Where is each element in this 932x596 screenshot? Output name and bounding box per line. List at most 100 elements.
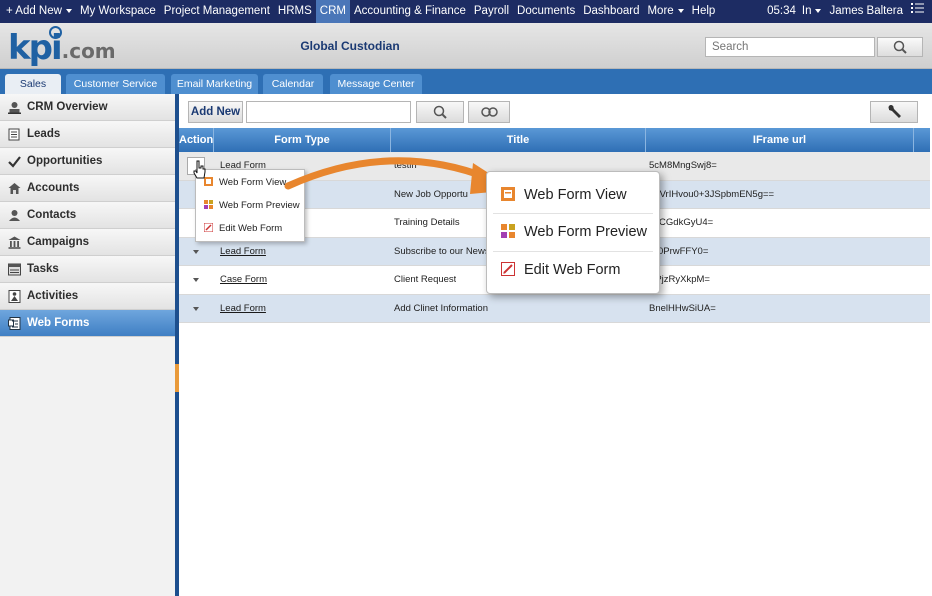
sidebar-item-label: Web Forms: [27, 317, 90, 329]
attendance-status-label: In: [801, 5, 812, 17]
row-iframe-url: 4uVrIHvou0+3JSpbmEN5g==: [649, 188, 775, 200]
row-title: Training Details: [394, 217, 460, 228]
sidebar-item-contacts[interactable]: Contacts: [0, 202, 176, 229]
search-input[interactable]: [705, 37, 875, 57]
edit-web-form-icon: [204, 223, 213, 232]
zoomed-action-menu: Web Form View Web Form Preview Edit Web …: [486, 171, 660, 294]
leads-icon: [8, 128, 20, 141]
menu-hrms[interactable]: HRMS: [274, 0, 316, 23]
row-title: Client Request: [394, 274, 457, 285]
column-header-title[interactable]: Title: [391, 128, 646, 152]
menu-item-label: Web Form Preview: [524, 224, 648, 240]
tab-customer-service[interactable]: Customer Service: [66, 74, 165, 94]
menu-item-label: Edit Web Form: [219, 223, 283, 234]
settings-button[interactable]: [870, 101, 918, 123]
menu-separator: [493, 213, 653, 214]
menu-item-edit-web-form[interactable]: Edit Web Form: [204, 220, 282, 238]
sidebar-item-opportunities[interactable]: Opportunities: [0, 148, 176, 175]
contacts-icon: [9, 210, 20, 221]
search-button[interactable]: [877, 37, 923, 57]
campaigns-icon: [8, 236, 21, 249]
menu-separator: [493, 251, 653, 252]
logo-badge-icon: [49, 26, 62, 39]
menu-crm[interactable]: CRM: [315, 0, 350, 23]
menu-item-web-form-view[interactable]: Web Form View: [501, 182, 627, 208]
sidebar-item-label: Tasks: [27, 263, 59, 275]
row-action-caret-icon[interactable]: [193, 278, 199, 282]
menu-accounting-finance[interactable]: Accounting & Finance: [350, 0, 470, 23]
top-menu-bar: + Add New My Workspace Project Managemen…: [0, 0, 932, 23]
row-form-type[interactable]: Lead Form: [220, 295, 266, 323]
wrench-icon: [888, 105, 901, 118]
opportunities-icon: [8, 156, 21, 168]
link-button[interactable]: [468, 101, 510, 123]
tab-sales[interactable]: Sales: [5, 74, 61, 94]
menu-payroll[interactable]: Payroll: [470, 0, 513, 23]
sidebar: CRM Overview Leads Opportunities Account…: [0, 94, 179, 596]
sidebar-item-activities[interactable]: Activities: [0, 283, 176, 310]
sidebar-item-campaigns[interactable]: Campaigns: [0, 229, 176, 256]
sidebar-item-accounts[interactable]: Accounts: [0, 175, 176, 202]
app-window: + Add New My Workspace Project Managemen…: [0, 0, 932, 596]
edit-web-form-icon: [501, 262, 515, 276]
web-form-preview-icon: [501, 224, 515, 238]
filter-search-button[interactable]: [416, 101, 464, 123]
tab-message-center[interactable]: Message Center: [330, 74, 422, 94]
menu-dashboard[interactable]: Dashboard: [579, 0, 643, 23]
accounts-icon: [8, 183, 21, 194]
row-action-caret-icon[interactable]: [193, 249, 199, 254]
module-tabs: Sales Customer Service Email Marketing C…: [0, 69, 932, 94]
menu-item-label: Web Form View: [524, 187, 627, 203]
column-header-iframe-url[interactable]: IFrame url: [646, 128, 914, 152]
column-header-form-type[interactable]: Form Type: [214, 128, 391, 152]
sidebar-item-label: Accounts: [27, 182, 80, 194]
menu-item-web-form-preview[interactable]: Web Form Preview: [501, 219, 647, 245]
chevron-down-icon: [815, 8, 822, 13]
row-form-type[interactable]: Case Form: [220, 266, 267, 294]
grid-header: Action Form Type Title IFrame url: [179, 128, 930, 152]
tab-email-marketing[interactable]: Email Marketing: [171, 74, 258, 94]
chevron-down-icon: [65, 8, 72, 13]
sidebar-item-tasks[interactable]: Tasks: [0, 256, 176, 283]
sidebar-item-label: Opportunities: [27, 155, 103, 167]
tab-calendar[interactable]: Calendar: [263, 74, 323, 94]
row-action-caret-icon[interactable]: [193, 306, 199, 311]
row-iframe-url: BnelHHwSiUA=: [649, 302, 716, 314]
user-name[interactable]: James Baltera: [825, 0, 907, 23]
filter-input[interactable]: [246, 101, 411, 123]
sidebar-item-web-forms[interactable]: Web Forms: [0, 310, 176, 337]
menu-more[interactable]: More: [643, 0, 687, 23]
hand-cursor-icon: [193, 160, 206, 179]
menu-documents[interactable]: Documents: [513, 0, 579, 23]
chevron-down-icon: [677, 8, 684, 13]
table-row[interactable]: Lead Form Add Clinet Information BnelHHw…: [179, 294, 930, 323]
menu-help[interactable]: Help: [688, 0, 720, 23]
menu-project-management[interactable]: Project Management: [160, 0, 274, 23]
attendance-status[interactable]: In: [800, 0, 826, 23]
row-title: New Job Opportu: [394, 188, 468, 200]
sidebar-item-label: Leads: [27, 128, 61, 140]
menu-item-web-form-view[interactable]: Web Form View: [204, 174, 286, 192]
row-action-menu: Web Form View Web Form Preview Edit Web …: [195, 169, 305, 242]
grid-toolbar: Add New: [184, 98, 930, 126]
sidebar-item-crm-overview[interactable]: CRM Overview: [0, 94, 176, 121]
menu-item-web-form-preview[interactable]: Web Form Preview: [204, 197, 300, 215]
link-icon: [481, 107, 498, 117]
add-new-menu[interactable]: + Add New: [0, 0, 76, 23]
sidebar-item-label: CRM Overview: [27, 101, 108, 113]
clock-time: 05:34: [767, 5, 796, 17]
menu-my-workspace[interactable]: My Workspace: [76, 0, 160, 23]
menu-item-edit-web-form[interactable]: Edit Web Form: [501, 257, 620, 283]
list-menu-icon[interactable]: [907, 0, 932, 23]
activities-icon: [8, 290, 21, 303]
topbar-right: 05:34 In James Baltera: [763, 0, 932, 23]
crm-overview-icon: [8, 102, 21, 114]
column-header-action[interactable]: Action: [179, 128, 214, 152]
menu-item-label: Edit Web Form: [524, 262, 621, 278]
sidebar-item-label: Activities: [27, 290, 79, 302]
sidebar-item-leads[interactable]: Leads: [0, 121, 176, 148]
menu-item-label: Web Form View: [219, 177, 287, 188]
menu-more-label: More: [647, 5, 674, 17]
add-new-button[interactable]: Add New: [188, 101, 243, 123]
sidebar-item-label: Contacts: [27, 209, 77, 221]
